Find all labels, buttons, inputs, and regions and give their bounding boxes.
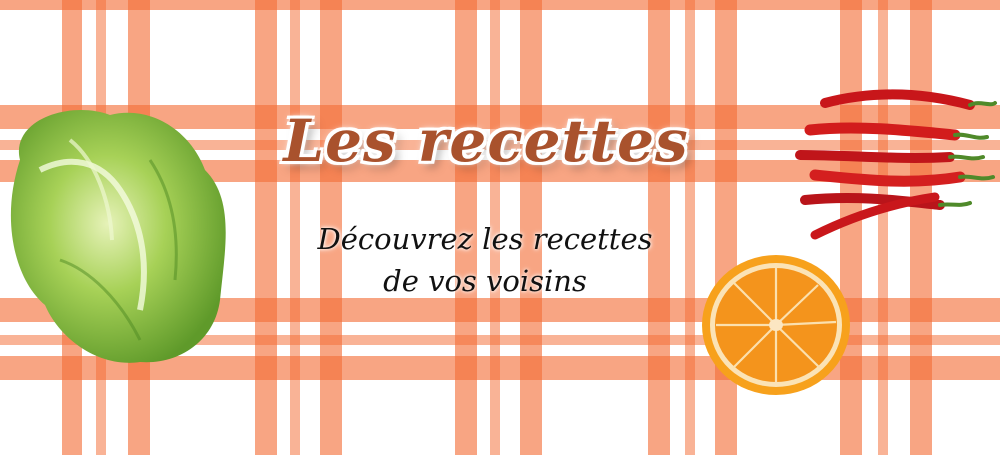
page-title: Les recettes — [283, 107, 689, 175]
orange-slice-image — [702, 255, 850, 395]
chili-peppers-image — [795, 89, 997, 240]
title-block: Les recettes — [262, 96, 710, 196]
subtitle-line-2: de vos voisins — [383, 264, 587, 298]
subtitle-line-1: Découvrez les recettes — [317, 222, 653, 256]
lettuce-image — [10, 110, 226, 363]
